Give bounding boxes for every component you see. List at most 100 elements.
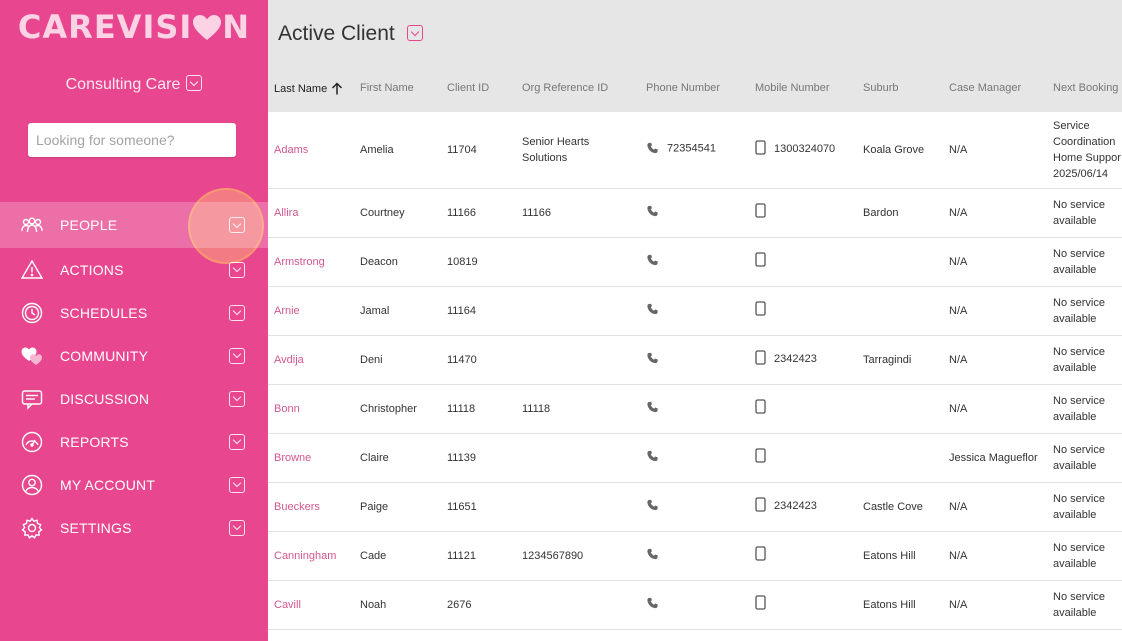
col-header-last-name[interactable]: Last Name: [274, 82, 343, 98]
cell-mobile-number[interactable]: [755, 546, 774, 566]
table-row[interactable]: Arnie Jamal 11164 N/A No service available: [268, 287, 1122, 336]
cell-next-booking: No service available: [1053, 297, 1105, 325]
cell-mobile-number[interactable]: 1300324070: [755, 140, 835, 160]
cell-client-id: 11139: [447, 452, 476, 464]
col-header-first-name[interactable]: First Name: [360, 82, 414, 94]
user-icon: [20, 473, 44, 497]
cell-mobile-number[interactable]: 2342423: [755, 350, 817, 370]
table-row[interactable]: No service: [268, 630, 1122, 641]
cell-suburb: Castle Cove: [863, 501, 923, 513]
carevision-logo[interactable]: CAREVISI N: [0, 8, 268, 50]
nav-chevron-settings[interactable]: [229, 519, 245, 537]
nav-chevron-people[interactable]: [229, 217, 245, 234]
cell-phone-number[interactable]: [646, 498, 667, 517]
chevron-down-icon: [229, 519, 245, 536]
cell-mobile-number[interactable]: [755, 203, 774, 223]
nav-chevron-schedules[interactable]: [229, 304, 245, 322]
chevron-down-icon: [229, 433, 245, 450]
cell-case-manager: N/A: [949, 256, 968, 268]
table-row[interactable]: Cavill Noah 2676 Eatons Hill N/A No service a…: [268, 581, 1122, 630]
search-input[interactable]: [28, 123, 236, 157]
cell-last-name[interactable]: Browne: [274, 450, 311, 466]
chevron-down-icon[interactable]: [406, 25, 423, 41]
cell-phone-number[interactable]: [646, 449, 667, 468]
nav-label-schedules: SCHEDULES: [60, 304, 148, 321]
col-header-client-id[interactable]: Client ID: [447, 82, 489, 94]
col-header-next-booking[interactable]: Next Booking: [1053, 82, 1122, 94]
cell-mobile-number[interactable]: [755, 252, 774, 272]
logo-text-end: N: [222, 8, 251, 46]
nav-label-settings: SETTINGS: [60, 519, 132, 536]
cell-case-manager: N/A: [949, 305, 968, 317]
nav-item-discussion[interactable]: DISCUSSION: [0, 377, 268, 420]
cell-mobile-number[interactable]: [755, 399, 774, 419]
nav-chevron-discussion[interactable]: [229, 390, 245, 408]
cell-mobile-number[interactable]: [755, 301, 774, 321]
col-header-mobile-number[interactable]: Mobile Number: [755, 82, 830, 94]
cell-phone-number[interactable]: 72354541: [646, 141, 716, 160]
cell-last-name[interactable]: Avdija: [274, 352, 304, 368]
nav-item-actions[interactable]: ACTIONS: [0, 248, 268, 291]
cell-client-id: 2676: [447, 599, 472, 611]
cell-last-name[interactable]: Adams: [274, 142, 308, 158]
phone-icon: [646, 597, 659, 615]
cell-phone-number[interactable]: [646, 596, 667, 615]
cell-phone-number[interactable]: [646, 547, 667, 566]
col-header-case-manager[interactable]: Case Manager: [949, 82, 1039, 94]
nav-chevron-community[interactable]: [229, 347, 245, 365]
chat-icon: [20, 387, 44, 411]
table-row[interactable]: Canningham Cade 11121 1234567890 Eatons Hill…: [268, 532, 1122, 581]
table-row[interactable]: Browne Claire 11139 Jessica Magueflor No ser…: [268, 434, 1122, 483]
cell-mobile-number[interactable]: 2342423: [755, 497, 817, 517]
cell-first-name: Amelia: [360, 144, 394, 156]
cell-phone-number[interactable]: [646, 204, 667, 223]
org-selector[interactable]: Consulting Care: [0, 75, 268, 94]
cell-last-name[interactable]: Arnie: [274, 303, 300, 319]
sort-ascending-icon: [331, 82, 343, 98]
cell-last-name[interactable]: Cavill: [274, 597, 301, 613]
gear-icon: [20, 516, 44, 540]
chevron-down-icon[interactable]: [186, 75, 203, 91]
cell-last-name[interactable]: Bonn: [274, 401, 300, 417]
nav-item-people[interactable]: PEOPLE: [0, 202, 268, 248]
table-row[interactable]: Bonn Christopher 11118 11118 N/A No service a…: [268, 385, 1122, 434]
nav-label-my-account: MY ACCOUNT: [60, 476, 156, 493]
cell-last-name[interactable]: Canningham: [274, 548, 336, 564]
cell-org-reference-id: 1234567890: [522, 550, 584, 562]
nav-item-my-account[interactable]: MY ACCOUNT: [0, 463, 268, 506]
phone-icon: [646, 499, 659, 517]
nav-item-schedules[interactable]: SCHEDULES: [0, 291, 268, 334]
page-header: Active Client: [268, 0, 1122, 66]
chevron-down-icon: [229, 261, 245, 278]
cell-mobile-number[interactable]: [755, 595, 774, 615]
cell-mobile-number[interactable]: [755, 448, 774, 468]
cell-phone-number[interactable]: [646, 351, 667, 370]
cell-suburb: Bardon: [863, 207, 899, 219]
cell-last-name[interactable]: Bueckers: [274, 499, 320, 515]
phone-icon: [646, 205, 659, 223]
nav-chevron-my-account[interactable]: [229, 476, 245, 494]
nav-item-community[interactable]: COMMUNITY: [0, 334, 268, 377]
cell-phone-number[interactable]: [646, 302, 667, 321]
col-header-org-reference-id[interactable]: Org Reference ID: [522, 82, 632, 94]
table-row[interactable]: Allira Courtney 11166 11166 Bardon N/A No serv…: [268, 189, 1122, 238]
cell-phone-number[interactable]: [646, 400, 667, 419]
table-row[interactable]: Bueckers Paige 11651 2342423 Castle Cove N/A N…: [268, 483, 1122, 532]
col-header-label: Last Name: [274, 83, 328, 95]
table-row[interactable]: Armstrong Deacon 10819 N/A No service availa…: [268, 238, 1122, 287]
nav-chevron-actions[interactable]: [229, 261, 245, 279]
cell-next-booking: No service available: [1053, 444, 1105, 472]
cell-last-name[interactable]: Allira: [274, 205, 298, 221]
col-header-phone-number[interactable]: Phone Number: [646, 82, 720, 94]
cell-first-name: Noah: [360, 599, 387, 611]
cell-phone-number[interactable]: [646, 253, 667, 272]
table-row[interactable]: Avdija Deni 11470 2342423 Tarragindi N/A No se…: [268, 336, 1122, 385]
sidebar: CAREVISI N Consulting Care PEOPLE ACTIONS…: [0, 0, 268, 641]
nav-chevron-reports[interactable]: [229, 433, 245, 451]
nav-item-settings[interactable]: SETTINGS: [0, 506, 268, 549]
col-header-suburb[interactable]: Suburb: [863, 82, 898, 94]
cell-last-name[interactable]: Armstrong: [274, 254, 325, 270]
cell-next-booking: No service available: [1053, 493, 1105, 521]
table-row[interactable]: Adams Amelia 11704 Senior Hearts Solutions 7…: [268, 112, 1122, 189]
nav-item-reports[interactable]: REPORTS: [0, 420, 268, 463]
